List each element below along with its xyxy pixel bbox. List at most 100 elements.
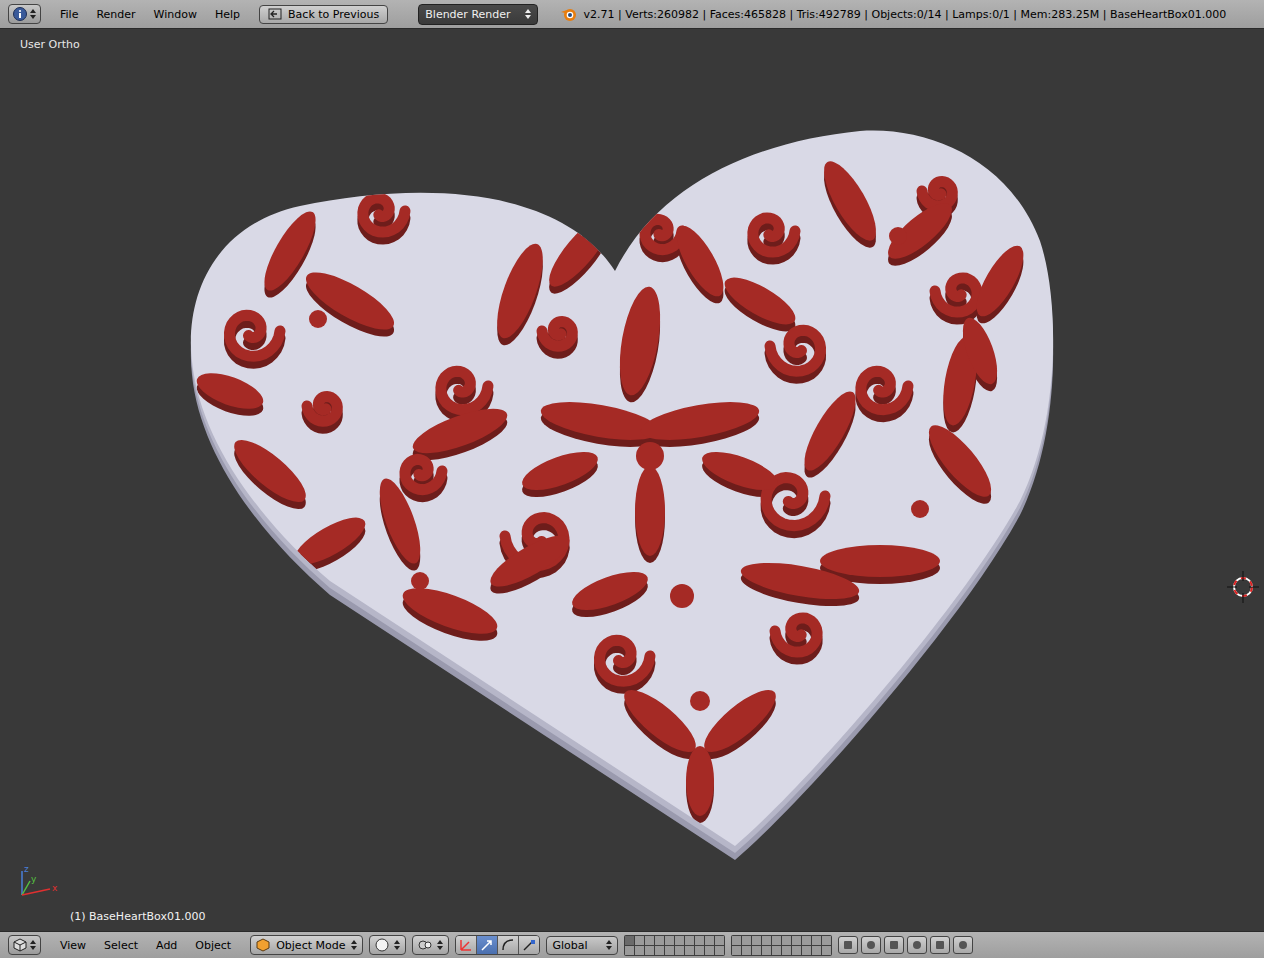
layer-button[interactable] [635, 946, 644, 955]
layer-grid[interactable] [624, 935, 725, 956]
layer-grid[interactable] [731, 935, 832, 956]
menu-item[interactable]: Object [186, 937, 240, 954]
ornament-swirl [542, 322, 572, 347]
layer-button[interactable] [792, 936, 801, 945]
layer-button[interactable] [812, 946, 821, 955]
layer-button[interactable] [625, 946, 634, 955]
layer-button[interactable] [655, 936, 664, 945]
layer-button[interactable] [782, 936, 791, 945]
layer-button[interactable] [792, 946, 801, 955]
object-label: (1) BaseHeartBox01.000 [70, 910, 205, 923]
manipulator-toggle[interactable] [456, 936, 477, 954]
menu-item[interactable]: View [51, 937, 95, 954]
menu-item[interactable]: Help [206, 6, 249, 23]
editor-type-button[interactable] [8, 4, 41, 24]
layer-button[interactable] [772, 936, 781, 945]
header-tool-button[interactable] [884, 936, 904, 954]
updown-arrows-icon [351, 940, 357, 950]
layer-button[interactable] [732, 936, 741, 945]
header-tool-button[interactable] [838, 936, 858, 954]
layer-button[interactable] [742, 936, 751, 945]
layer-button[interactable] [802, 946, 811, 955]
axes-widget: zyx [16, 863, 66, 903]
layer-button[interactable] [705, 936, 714, 945]
translate-toggle[interactable] [477, 936, 498, 954]
render-engine-dropdown[interactable]: Blender Render [418, 4, 537, 25]
menu-item[interactable]: Select [95, 937, 147, 954]
ornament-swirl [363, 198, 405, 232]
ornament-leaf [686, 746, 714, 816]
layer-button[interactable] [695, 946, 704, 955]
rotate-toggle[interactable] [498, 936, 519, 954]
layer-button[interactable] [822, 946, 831, 955]
ornament-swirl [861, 371, 908, 409]
header-tool-button[interactable] [861, 936, 881, 954]
layer-button[interactable] [742, 946, 751, 955]
ornament-leaf [518, 444, 603, 498]
header-tool-button[interactable] [953, 936, 973, 954]
menu-item[interactable]: Add [147, 937, 186, 954]
layer-button[interactable] [812, 936, 821, 945]
pivot-dropdown[interactable] [412, 935, 449, 955]
mode-dropdown[interactable]: Object Mode [250, 935, 363, 955]
menu-item[interactable]: Render [87, 6, 144, 23]
svg-text:y: y [31, 874, 37, 884]
ornament-leaf [299, 262, 402, 340]
menu-item[interactable]: Window [145, 6, 206, 23]
layer-button[interactable] [645, 936, 654, 945]
editor-type-button[interactable] [8, 935, 41, 955]
shading-dropdown[interactable] [369, 935, 406, 955]
menu-item[interactable]: File [51, 6, 87, 23]
view-label: User Ortho [20, 38, 80, 51]
ornament-leaf [920, 417, 1001, 505]
header-tool-button[interactable] [907, 936, 927, 954]
layer-button[interactable] [732, 946, 741, 955]
manipulator-group [455, 935, 540, 955]
layer-button[interactable] [665, 936, 674, 945]
ornament-leaf [616, 681, 704, 762]
updown-arrows-icon [437, 940, 443, 950]
ornament-swirl [935, 278, 977, 312]
scale-toggle[interactable] [519, 936, 539, 954]
layer-button[interactable] [655, 946, 664, 955]
layer-button[interactable] [782, 946, 791, 955]
back-to-previous-button[interactable]: Back to Previous [259, 5, 388, 24]
ornament-leaf [638, 395, 762, 447]
layer-button[interactable] [762, 946, 771, 955]
layer-button[interactable] [675, 946, 684, 955]
ornament-swirl [645, 219, 682, 249]
orientation-dropdown[interactable]: Global [546, 936, 617, 955]
heart-model[interactable] [0, 29, 1264, 931]
updown-arrows-icon [30, 940, 36, 950]
layer-button[interactable] [625, 936, 634, 945]
layer-button[interactable] [752, 936, 761, 945]
layer-button[interactable] [645, 946, 654, 955]
main-menu: FileRenderWindowHelp [51, 6, 249, 23]
layer-button[interactable] [772, 946, 781, 955]
layer-button[interactable] [675, 936, 684, 945]
layer-button[interactable] [665, 946, 674, 955]
ornament-dot [636, 442, 664, 470]
layer-button[interactable] [685, 936, 694, 945]
ornament-leaf [815, 155, 886, 248]
layer-button[interactable] [802, 936, 811, 945]
layer-button[interactable] [635, 936, 644, 945]
layer-button[interactable] [685, 946, 694, 955]
3d-cursor-icon[interactable] [1227, 571, 1259, 603]
layer-button[interactable] [715, 946, 724, 955]
layer-button[interactable] [705, 946, 714, 955]
layer-button[interactable] [762, 936, 771, 945]
ornament-leaf [484, 526, 576, 595]
layer-button[interactable] [695, 936, 704, 945]
layer-button[interactable] [715, 936, 724, 945]
blender-window: FileRenderWindowHelp Back to Previous Bl… [0, 0, 1264, 958]
layer-button[interactable] [822, 936, 831, 945]
layer-button[interactable] [752, 946, 761, 955]
3d-viewport[interactable]: User Ortho zyx (1) BaseHeartBox01.000 [0, 29, 1264, 931]
tool-icon [888, 939, 900, 951]
translate-icon [480, 938, 494, 952]
scene-stats: v2.71 | Verts:260982 | Faces:465828 | Tr… [584, 8, 1227, 21]
header-tool-button[interactable] [930, 936, 950, 954]
ornament-leaf [540, 208, 619, 295]
manipulator-icon [459, 938, 473, 952]
